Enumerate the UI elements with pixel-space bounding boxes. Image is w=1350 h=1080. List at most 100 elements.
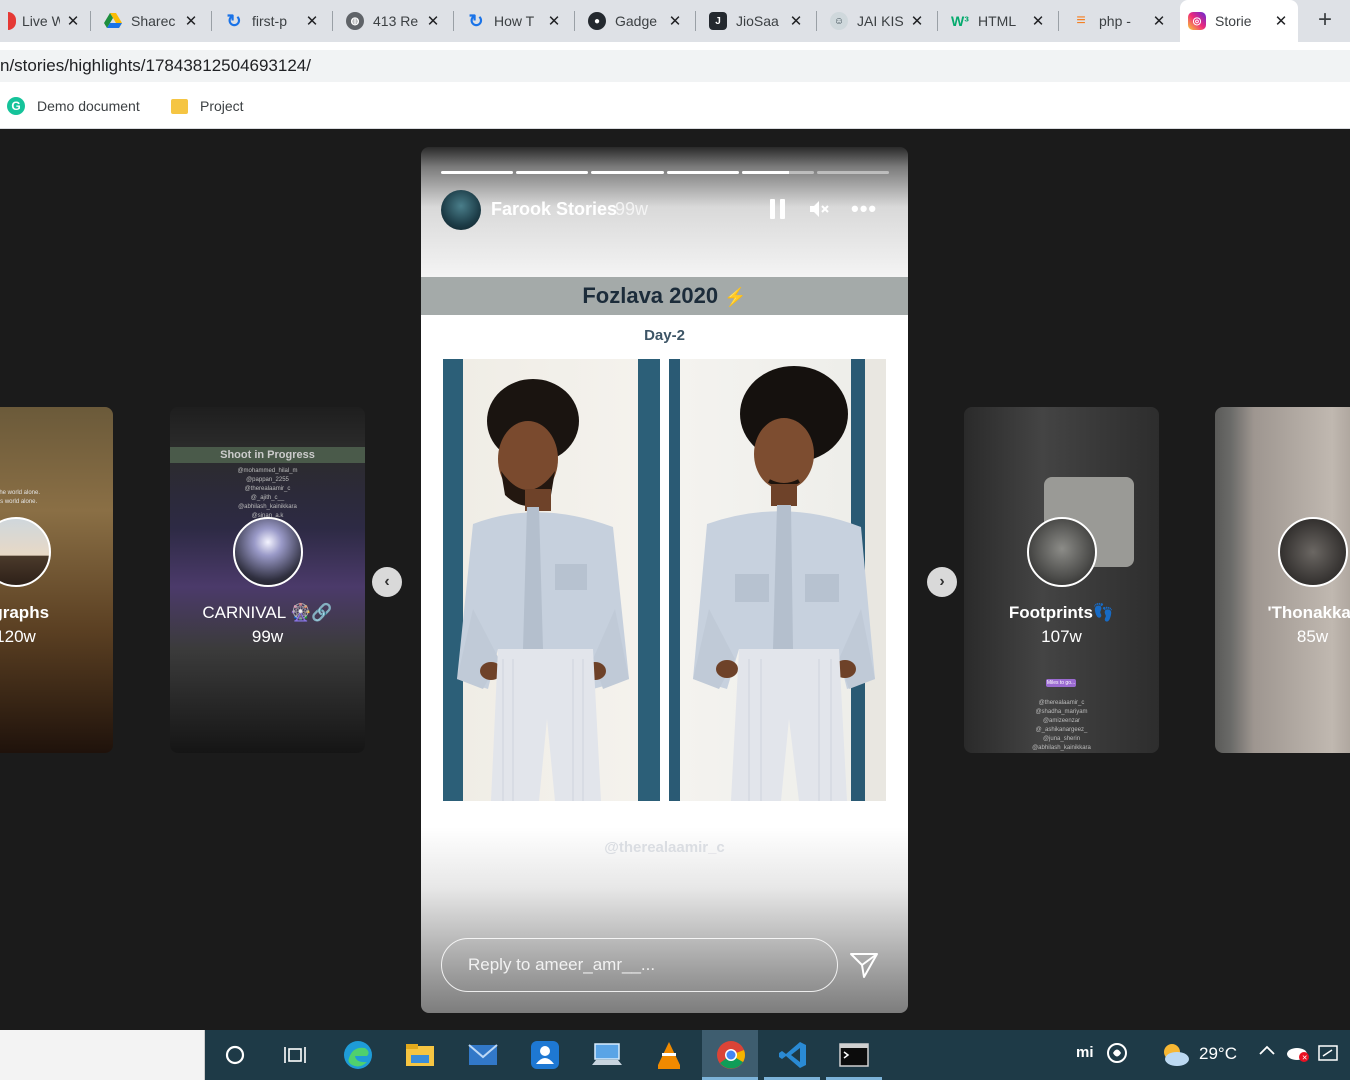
reply-input[interactable]: Reply to ameer_amr__...	[441, 938, 838, 992]
bookmark-demo-document[interactable]: G Demo document	[7, 94, 140, 118]
task-view-icon[interactable]	[279, 1040, 311, 1070]
edge-icon[interactable]	[342, 1040, 374, 1070]
story-title: ographs	[0, 603, 50, 622]
story-avatar	[0, 517, 51, 587]
progress-fill	[666, 171, 739, 174]
close-icon[interactable]: ✕	[424, 12, 442, 30]
story-preview-thonakkar[interactable]: 'Thonakkar 85w	[1215, 407, 1350, 753]
close-icon[interactable]: ✕	[182, 12, 200, 30]
story-photo-left	[443, 359, 660, 801]
tab-how-to[interactable]: ↻ How T ✕	[459, 0, 571, 42]
story-preview-carnival[interactable]: Shoot in Progress @mohammed_hilal_m @papp…	[170, 407, 365, 753]
avatar-icon: ☺	[830, 12, 848, 30]
network-icon[interactable]	[1318, 1043, 1340, 1068]
sync-icon: ↻	[468, 10, 484, 31]
url-field[interactable]: n/stories/highlights/17843812504693124/	[0, 50, 1350, 82]
onedrive-error-icon[interactable]: ✕	[1286, 1043, 1310, 1068]
new-tab-button[interactable]: +	[1310, 6, 1340, 36]
weather-icon[interactable]	[1160, 1041, 1190, 1072]
bookmarks-bar: G Demo document Project	[0, 84, 1350, 129]
tab-label: Gadge	[615, 13, 658, 29]
tab-jai-kis[interactable]: ☺ JAI KIS ✕	[822, 0, 934, 42]
tab-label: JAI KIS	[857, 13, 904, 29]
tab-label: 413 Re	[373, 13, 419, 29]
close-icon[interactable]: ✕	[908, 12, 926, 30]
previous-story-button[interactable]: ‹	[372, 567, 402, 597]
close-icon[interactable]: ✕	[1150, 12, 1168, 30]
cortana-icon[interactable]	[219, 1040, 251, 1070]
story-preview-caption: @mohammed_hilal_m @pappan_2255 @therealaam…	[237, 468, 298, 519]
close-icon[interactable]: ✕	[1272, 12, 1290, 30]
next-story-button[interactable]: ›	[927, 567, 957, 597]
weather-temperature[interactable]: 29°C	[1199, 1044, 1237, 1064]
active-story: Farook Stories 99w ••• Fozlava 2020 ⚡ Da…	[421, 147, 908, 1013]
story-avatar	[1277, 517, 1348, 587]
send-button[interactable]	[849, 950, 879, 980]
tab-live[interactable]: Live W ✕	[0, 0, 90, 42]
tab-label: How T	[494, 13, 535, 29]
tab-divider	[90, 11, 91, 31]
tab-shared[interactable]: Sharec ✕	[96, 0, 208, 42]
mute-button[interactable]	[807, 197, 831, 221]
chrome-icon[interactable]	[715, 1040, 747, 1070]
stories-viewer: to the world alone.this world alone. ogr…	[0, 129, 1350, 1030]
story-timestamp: 99w	[615, 199, 649, 219]
tab-jiosaavn[interactable]: J JioSaa ✕	[701, 0, 813, 42]
tab-413[interactable]: ◍ 413 Re ✕	[338, 0, 450, 42]
close-icon[interactable]: ✕	[787, 12, 805, 30]
close-icon[interactable]: ✕	[1029, 12, 1047, 30]
tab-html[interactable]: W³ HTML ✕	[943, 0, 1055, 42]
story-age: 107w	[1041, 627, 1082, 646]
story-preview-footprints[interactable]: Footprints👣 107w Miles to go... @thereal…	[964, 407, 1159, 753]
chevron-up-icon[interactable]	[1258, 1042, 1276, 1065]
mi-icon[interactable]: mi	[1076, 1044, 1094, 1061]
tab-label: HTML	[978, 13, 1017, 29]
bookmark-project[interactable]: Project	[171, 94, 244, 118]
story-content-title: Fozlava 2020 ⚡	[421, 277, 908, 315]
jiosaavn-icon: J	[709, 12, 727, 30]
tab-divider	[211, 11, 212, 31]
more-options-button[interactable]: •••	[851, 198, 877, 220]
story-preview-badge: Miles to go...	[1046, 679, 1076, 687]
tab-label: Live W	[22, 13, 60, 29]
people-icon[interactable]	[529, 1040, 561, 1070]
sync-tray-icon[interactable]	[1106, 1042, 1128, 1069]
story-avatar	[232, 517, 303, 587]
vscode-icon[interactable]	[777, 1040, 809, 1070]
tab-php[interactable]: ≡ php - ✕	[1064, 0, 1176, 42]
tab-divider	[574, 11, 575, 31]
story-age: 85w	[1296, 627, 1329, 646]
tab-stories[interactable]: ◎ Storie ✕	[1180, 0, 1298, 42]
close-icon[interactable]: ✕	[64, 12, 82, 30]
tab-first-p[interactable]: ↻ first-p ✕	[217, 0, 329, 42]
pause-button[interactable]	[770, 199, 786, 219]
sync-icon: ↻	[226, 10, 242, 31]
story-preview-caption: to the world alone.this world alone.	[0, 490, 41, 505]
red-dot-icon	[8, 12, 16, 30]
progress-fill	[441, 171, 514, 174]
tab-gadget[interactable]: ● Gadge ✕	[580, 0, 692, 42]
close-icon[interactable]: ✕	[545, 12, 563, 30]
story-age: 99w	[251, 627, 284, 646]
vlc-icon[interactable]	[653, 1040, 685, 1070]
google-drive-icon	[104, 12, 122, 30]
progress-fill	[591, 171, 664, 174]
file-explorer-icon[interactable]	[404, 1040, 436, 1070]
tab-label: first-p	[252, 13, 287, 29]
close-icon[interactable]: ✕	[303, 12, 321, 30]
story-username[interactable]: Farook Stories	[491, 199, 617, 220]
close-icon[interactable]: ✕	[666, 12, 684, 30]
tab-divider	[453, 11, 454, 31]
w3schools-icon: W³	[951, 13, 969, 29]
pc-icon[interactable]	[591, 1040, 623, 1070]
globe-icon: ◍	[346, 12, 364, 30]
tab-label: Sharec	[131, 13, 176, 29]
story-owner-avatar[interactable]	[441, 190, 481, 230]
tab-divider	[695, 11, 696, 31]
tab-strip: Live W ✕ Sharec ✕ ↻ first-p ✕ ◍ 413 Re ✕…	[0, 0, 1350, 42]
story-preview-photographs[interactable]: to the world alone.this world alone. ogr…	[0, 407, 113, 753]
terminal-icon[interactable]	[838, 1040, 870, 1070]
taskbar-search[interactable]	[0, 1030, 205, 1080]
story-title: Footprints👣	[1008, 603, 1115, 622]
mail-icon[interactable]	[467, 1040, 499, 1070]
